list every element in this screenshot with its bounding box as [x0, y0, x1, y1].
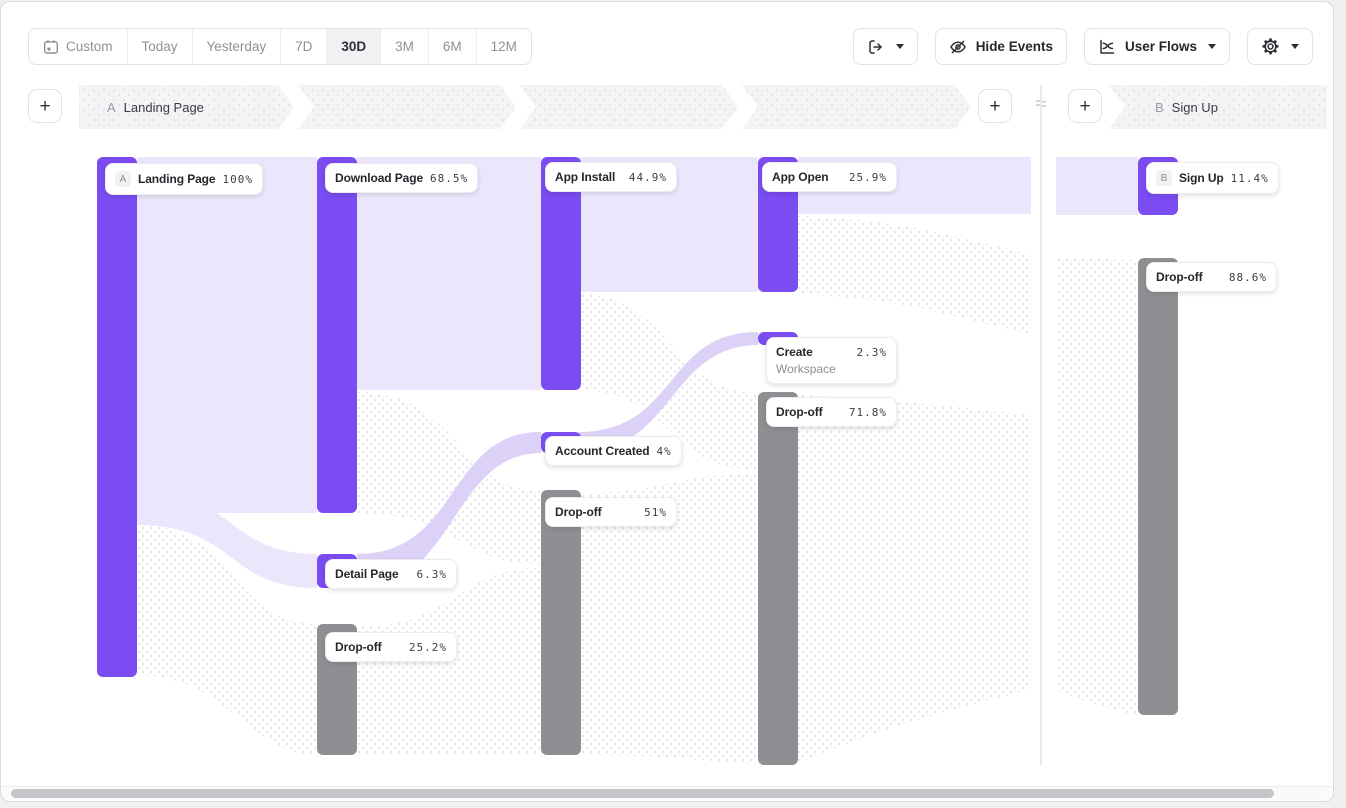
drop-off-step-2-label: Drop-off: [335, 640, 382, 654]
download-page-label: Download Page: [335, 171, 423, 185]
drop-off-flow-b-label: Drop-off: [1156, 270, 1203, 284]
detail-page-label: Detail Page: [335, 567, 399, 581]
landing-page-letter-badge: A: [115, 171, 131, 187]
drop-off-flow-b-bar[interactable]: [1138, 258, 1178, 715]
landing-page-label: Landing Page: [138, 172, 215, 186]
drop-off-step-4-label: Drop-off: [776, 405, 823, 419]
download-page-percentage: 68.5%: [430, 172, 468, 185]
sign-up-percentage: 11.4%: [1231, 172, 1269, 185]
drop-off-flow-b-card[interactable]: Drop-off 88.6%: [1146, 262, 1277, 292]
landing-page-card[interactable]: A Landing Page 100%: [105, 163, 263, 195]
drop-off-step-4-card[interactable]: Drop-off 71.8%: [766, 397, 897, 427]
detail-page-percentage: 6.3%: [417, 568, 448, 581]
create-workspace-label-line2: Workspace: [776, 362, 887, 376]
sankey-chart: A Landing Page 100% Download Page 68.5% Detai…: [1, 2, 1334, 802]
account-created-percentage: 4%: [657, 445, 672, 458]
detail-page-card[interactable]: Detail Page 6.3%: [325, 559, 457, 589]
drop-off-step-3-card[interactable]: Drop-off 51%: [545, 497, 677, 527]
drop-off-step-3-bar[interactable]: [541, 490, 581, 755]
landing-page-percentage: 100%: [222, 173, 253, 186]
app-open-label: App Open: [772, 170, 829, 184]
app-window: Custom Today Yesterday 7D 30D 3M 6M 12M …: [0, 1, 1334, 802]
app-install-label: App Install: [555, 170, 615, 184]
sign-up-label: Sign Up: [1179, 171, 1224, 185]
account-created-card[interactable]: Account Created 4%: [545, 436, 682, 466]
drop-off-step-3-label: Drop-off: [555, 505, 602, 519]
sign-up-card[interactable]: B Sign Up 11.4%: [1146, 162, 1279, 194]
app-install-percentage: 44.9%: [629, 171, 667, 184]
sign-up-letter-badge: B: [1156, 170, 1172, 186]
create-workspace-label: Create: [776, 345, 813, 359]
app-install-card[interactable]: App Install 44.9%: [545, 162, 677, 192]
landing-page-bar[interactable]: [97, 157, 137, 677]
app-open-percentage: 25.9%: [849, 171, 887, 184]
download-page-bar[interactable]: [317, 157, 357, 513]
drop-off-flow-b-percentage: 88.6%: [1229, 271, 1267, 284]
drop-off-step-2-card[interactable]: Drop-off 25.2%: [325, 632, 457, 662]
app-open-card[interactable]: App Open 25.9%: [762, 162, 897, 192]
drop-off-step-4-percentage: 71.8%: [849, 406, 887, 419]
drop-off-step-2-percentage: 25.2%: [409, 641, 447, 654]
create-workspace-percentage: 2.3%: [857, 346, 888, 359]
drop-off-step-4-bar[interactable]: [758, 392, 798, 765]
create-workspace-card[interactable]: Create 2.3% Workspace: [766, 337, 897, 384]
download-page-card[interactable]: Download Page 68.5%: [325, 163, 478, 193]
drop-off-step-3-percentage: 51%: [644, 506, 667, 519]
account-created-label: Account Created: [555, 444, 650, 458]
